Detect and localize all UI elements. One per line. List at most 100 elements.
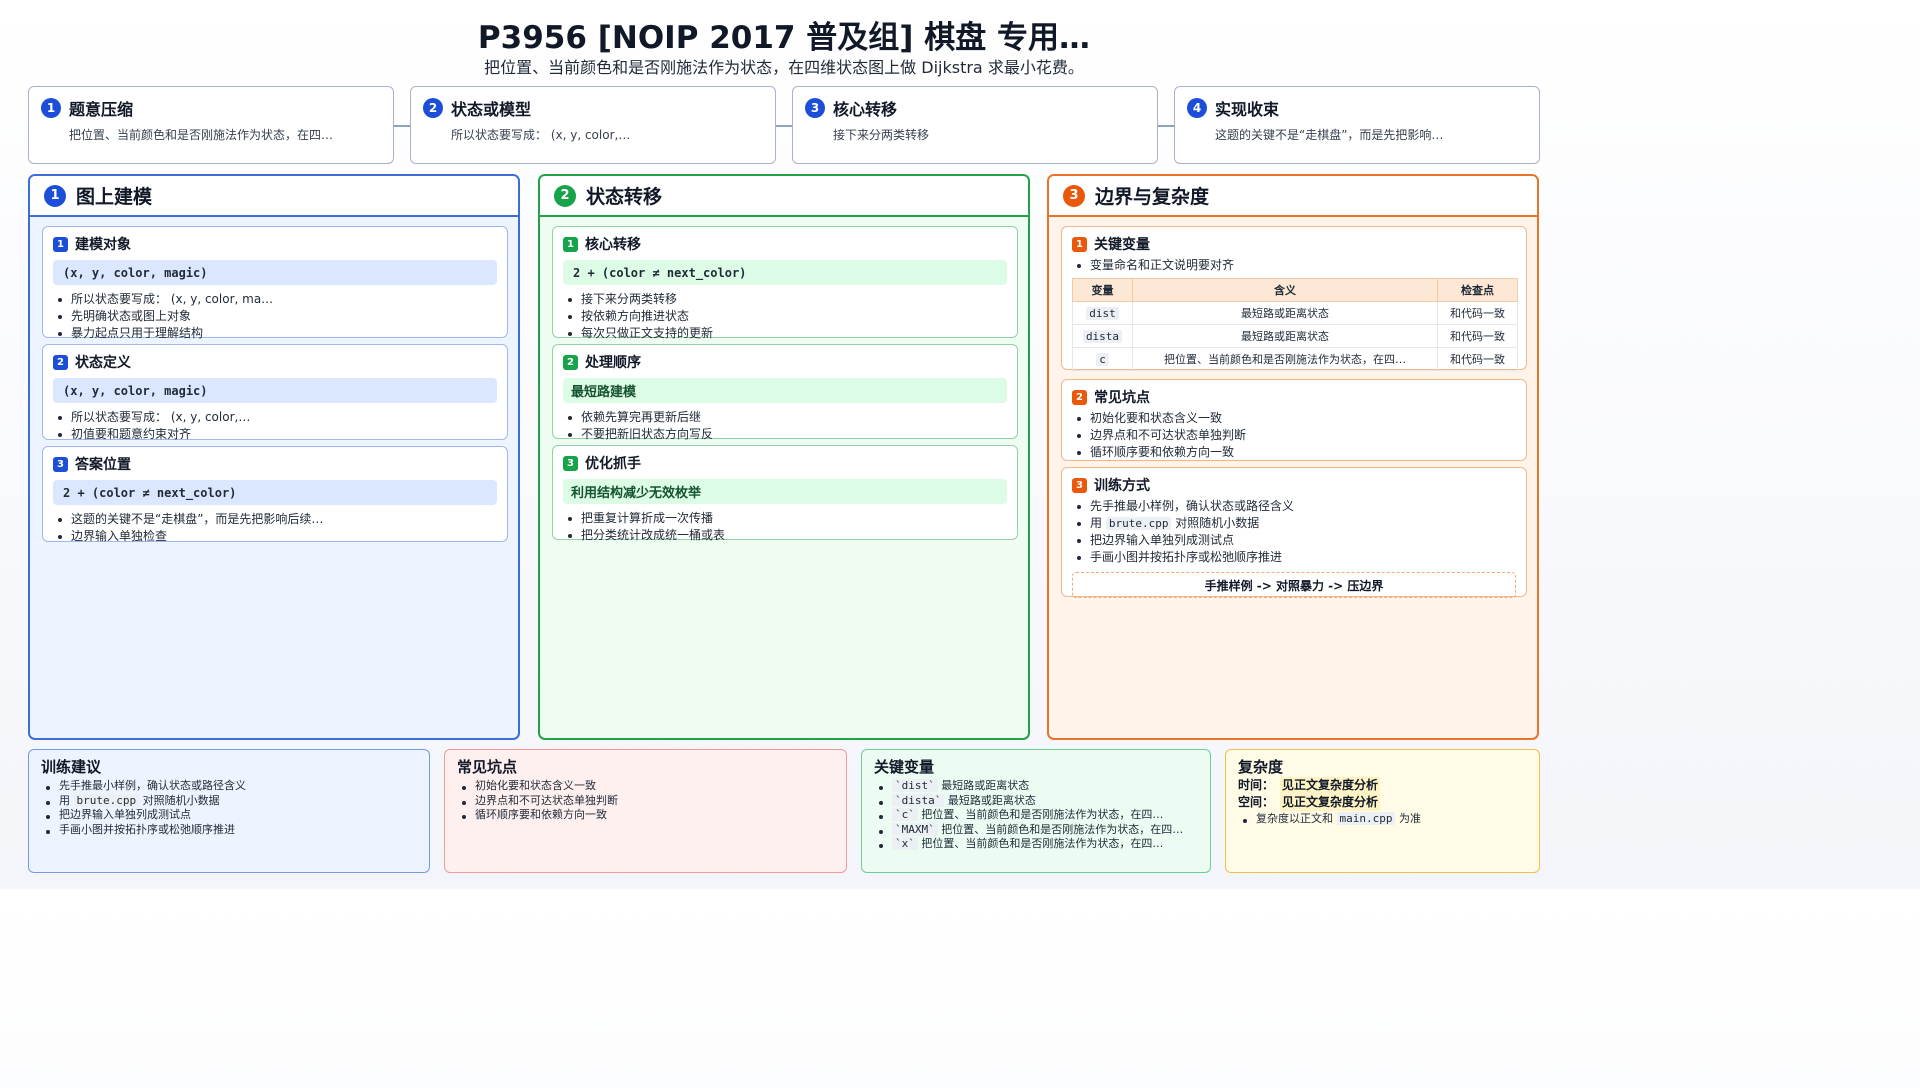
bullet-item: 变量命名和正文说明要对齐 [1072, 257, 1516, 274]
variable-code: dist [1086, 306, 1119, 320]
column-header: 3 边界与复杂度 [1049, 176, 1537, 217]
column-title: 图上建模 [76, 186, 153, 208]
card-number: 2 [53, 354, 68, 370]
variable-code: `x` [892, 837, 918, 850]
column-number: 1 [44, 184, 66, 207]
space-complexity-row: 空间： 见正文复杂度分析 [1238, 794, 1527, 811]
transition-column: 2 状态转移 1 核心转移 2 + (color ≠ next_color) 接下… [538, 174, 1030, 740]
inline-code: brute.cpp [73, 793, 140, 807]
card-number: 3 [53, 456, 68, 472]
card-number: 2 [1072, 389, 1087, 405]
table-cell: 和代码一致 [1437, 347, 1518, 371]
variable-code: `dista` [892, 793, 945, 807]
step-card-3: 3 核心转移 接下来分两类转移 [792, 86, 1158, 164]
bullet-item: 所以状态要写成： (x, y, color, ma… [53, 291, 497, 308]
key-variables-panel: 关键变量 `dist` 最短路或距离状态 `dista` 最短路或距离状态 `c… [861, 749, 1211, 873]
step-card-4: 4 实现收束 这题的关键不是“走棋盘”，而是先把影响… [1174, 86, 1540, 164]
column-header: 1 图上建模 [30, 176, 518, 217]
card-title: 处理顺序 [585, 355, 641, 371]
bullet-item: 初始化要和状态含义一致 [1072, 410, 1516, 427]
code-snippet: 2 + (color ≠ next_color) [563, 260, 1007, 285]
pitfalls-card: 2 常见坑点 初始化要和状态含义一致 边界点和不可达状态单独判断 循环顺序要和依赖… [1061, 379, 1527, 461]
step-title: 实现收束 [1215, 100, 1280, 119]
bullet-item: 循环顺序要和依赖方向一致 [457, 808, 834, 823]
step-number: 3 [805, 98, 825, 118]
variable-code: `dist` [892, 779, 938, 792]
table-cell: 最短路或距离状态 [1132, 324, 1438, 348]
step-number: 4 [1187, 98, 1207, 118]
bullet-item: 把分类统计改成统一桶或表 [563, 527, 1007, 544]
step-description: 这题的关键不是“走棋盘”，而是先把影响… [1215, 128, 1444, 142]
column-number: 2 [554, 184, 576, 207]
step-description: 接下来分两类转移 [833, 128, 930, 142]
table-header-cell: 变量 [1072, 278, 1133, 302]
bullet-item: 暴力起点只用于理解结构 [53, 325, 497, 342]
optimization-card: 3 优化抓手 利用结构减少无效枚举 把重复计算折成一次传播 把分类统计改成统一桶或… [552, 445, 1018, 542]
column-header: 2 状态转移 [540, 176, 1028, 217]
table-cell: c [1072, 347, 1133, 371]
time-value: 见正文复杂度分析 [1280, 777, 1381, 794]
variable-text: 把位置、当前颜色和是否刚施法作为状态，在四… [941, 822, 1184, 836]
step-number: 2 [423, 98, 443, 118]
code-snippet: 2 + (color ≠ next_color) [53, 480, 497, 505]
table-cell: 和代码一致 [1437, 301, 1518, 325]
modeling-column: 1 图上建模 1 建模对象 (x, y, color, magic) 所以状态要写… [28, 174, 520, 740]
bullet-item: 不要把新旧状态方向写反 [563, 426, 1007, 443]
panel-title: 训练建议 [41, 758, 102, 776]
step-title: 题意压缩 [69, 100, 134, 119]
variable-code: dista [1082, 329, 1123, 343]
step-title: 状态或模型 [451, 100, 532, 119]
table-header-cell: 检查点 [1437, 278, 1518, 302]
state-definition-card: 2 状态定义 (x, y, color, magic) 所以状态要写成： (x, … [42, 344, 508, 443]
table-row: dist 最短路或距离状态 和代码一致 [1072, 301, 1518, 325]
bullet-item: 手画小图并按拓扑序或松弛顺序推进 [1072, 549, 1516, 566]
step-card-2: 2 状态或模型 所以状态要写成： (x, y, color,… [410, 86, 776, 164]
bullet-item: 把重复计算折成一次传播 [563, 510, 1007, 527]
variable-code: `MAXM` [892, 822, 938, 836]
bullet-item: 用 brute.cpp 对照随机小数据 [41, 793, 417, 809]
table-cell: 最短路或距离状态 [1132, 301, 1438, 325]
bullet-text: 为准 [1398, 812, 1421, 825]
card-number: 1 [563, 236, 578, 252]
panel-title: 常见坑点 [457, 758, 518, 776]
bullet-item: 把边界输入单独列成测试点 [1072, 532, 1516, 549]
bullet-item: 边界点和不可达状态单独判断 [1072, 427, 1516, 444]
variable-text: 最短路或距离状态 [947, 793, 1036, 807]
card-number: 2 [563, 354, 578, 370]
inline-code: main.cpp [1336, 812, 1396, 825]
variable-text: 最短路或距离状态 [941, 779, 1030, 792]
panel-title: 关键变量 [874, 758, 935, 776]
bullet-item: 把边界输入单独列成测试点 [41, 808, 417, 823]
bullet-item: 先手推最小样例，确认状态或路径含义 [1072, 498, 1516, 515]
step-card-1: 1 题意压缩 把位置、当前颜色和是否刚施法作为状态，在四… [28, 86, 394, 164]
card-title: 状态定义 [75, 355, 131, 371]
bullet-item: 初值要和题意约束对齐 [53, 426, 497, 443]
training-method-card: 3 训练方式 先手推最小样例，确认状态或路径含义 用 brute.cpp 对照随机… [1061, 467, 1527, 598]
page-subtitle: 把位置、当前颜色和是否刚施法作为状态，在四维状态图上做 Dijkstra 求最小… [484, 58, 1084, 77]
variable-item: `x` 把位置、当前颜色和是否刚施法作为状态，在四… [874, 837, 1198, 852]
card-title: 核心转移 [585, 237, 641, 253]
card-title: 常见坑点 [1094, 390, 1150, 406]
variable-item: `dista` 最短路或距离状态 [874, 793, 1198, 809]
table-cell: 把位置、当前颜色和是否刚施法作为状态，在四… [1132, 347, 1438, 371]
space-value: 见正文复杂度分析 [1280, 794, 1381, 811]
boundary-column: 3 边界与复杂度 1 关键变量 变量命名和正文说明要对齐 变量 含义 检查点 di… [1047, 174, 1539, 740]
table-cell: dista [1072, 324, 1133, 348]
table-row: c 把位置、当前颜色和是否刚施法作为状态，在四… 和代码一致 [1072, 347, 1518, 371]
card-title: 关键变量 [1094, 237, 1150, 253]
bullet-item: 接下来分两类转移 [563, 291, 1007, 308]
variable-text: 把位置、当前颜色和是否刚施法作为状态，在四… [921, 837, 1164, 850]
variable-code: `c` [892, 808, 918, 821]
key-variables-card: 1 关键变量 变量命名和正文说明要对齐 变量 含义 检查点 dist 最短路或距离… [1061, 226, 1527, 371]
bullet-item: 用 brute.cpp 对照随机小数据 [1072, 515, 1516, 532]
card-subheading: 利用结构减少无效枚举 [563, 479, 1007, 504]
card-title: 训练方式 [1094, 478, 1150, 494]
card-number: 1 [1072, 236, 1087, 252]
bullet-text: 复杂度以正文和 [1256, 812, 1333, 825]
variable-code: c [1096, 352, 1109, 366]
bullet-item: 每次只做正文支持的更新 [563, 325, 1007, 342]
bullet-item: 按依赖方向推进状态 [563, 308, 1007, 325]
step-title: 核心转移 [833, 100, 898, 119]
step-description: 把位置、当前颜色和是否刚施法作为状态，在四… [69, 128, 334, 142]
panel-title: 复杂度 [1238, 758, 1284, 776]
